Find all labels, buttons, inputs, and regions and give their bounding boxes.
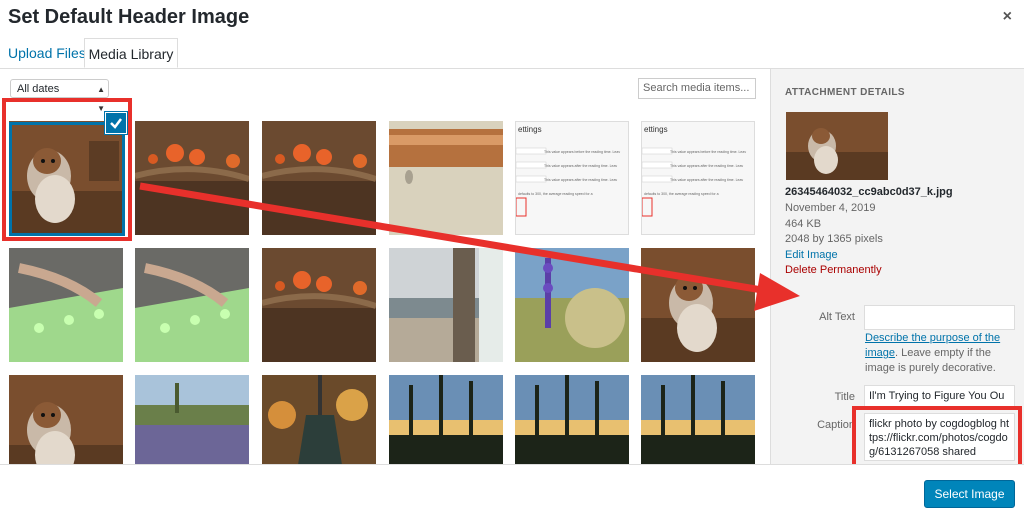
media-item-cactus-lupine[interactable]: [515, 248, 629, 362]
media-item-copper-pipe[interactable]: [389, 121, 503, 235]
media-item-cactus-flowers[interactable]: [262, 121, 376, 235]
annotation-highlight-box: [2, 98, 132, 241]
select-image-button[interactable]: Select Image: [924, 480, 1015, 508]
media-item-cactus-flowers[interactable]: [135, 121, 249, 235]
caption-label: Caption: [817, 419, 855, 431]
media-item-dog[interactable]: [641, 248, 755, 362]
screenshot-line: defaults to 300, the average reading spe…: [518, 192, 593, 196]
media-item-cactus-flowers[interactable]: [262, 248, 376, 362]
date-filter-value: All dates: [17, 83, 60, 95]
attachment-date: November 4, 2019: [785, 202, 876, 214]
screenshot-line: This value appears before the reading ti…: [670, 150, 746, 154]
screenshot-line: This value appears after the reading tim…: [544, 178, 617, 182]
screenshot-heading: ettings: [644, 125, 668, 134]
media-item-beach-post[interactable]: [389, 248, 503, 362]
annotation-highlight-box: [852, 406, 1022, 468]
alt-text-input[interactable]: [864, 305, 1015, 330]
media-item-green-device[interactable]: [135, 248, 249, 362]
media-item-green-device[interactable]: [9, 248, 123, 362]
screenshot-heading: ettings: [518, 125, 542, 134]
media-item-settings-screenshot[interactable]: ettings This value appears before the re…: [515, 121, 629, 235]
edit-image-link[interactable]: Edit Image: [785, 249, 838, 261]
media-item-bell[interactable]: [262, 375, 376, 464]
alt-text-description: Describe the purpose of the image. Leave…: [865, 331, 1015, 376]
media-item-trees-sunset[interactable]: [641, 375, 755, 464]
media-item-settings-screenshot[interactable]: ettings This value appears before the re…: [641, 121, 755, 235]
delete-permanently-link[interactable]: Delete Permanently: [785, 264, 882, 276]
screenshot-line: defaults to 300, the average reading spe…: [644, 192, 719, 196]
search-input[interactable]: Search media items...: [638, 78, 756, 99]
media-item-dog[interactable]: [9, 375, 123, 464]
attachment-details-panel: ATTACHMENT DETAILS 26345464032_cc9abc0d3…: [770, 69, 1024, 464]
attachment-filename: 26345464032_cc9abc0d37_k.jpg: [785, 186, 953, 198]
media-item-trees-sunset[interactable]: [389, 375, 503, 464]
tab-bar: Upload Files Media Library: [0, 38, 1024, 69]
date-filter-select[interactable]: All dates ▲ ▼: [10, 79, 109, 113]
attachment-dimensions: 2048 by 1365 pixels: [785, 233, 883, 245]
attachment-thumbnail: [786, 112, 888, 180]
screenshot-line: This value appears after the reading tim…: [670, 178, 743, 182]
media-item-lupine-field[interactable]: [135, 375, 249, 464]
alt-text-label: Alt Text: [819, 311, 855, 323]
modal-footer: Select Image: [0, 464, 1024, 511]
attachment-filesize: 464 KB: [785, 218, 822, 230]
screenshot-line: This value appears after the reading tim…: [544, 164, 617, 168]
tab-upload-files[interactable]: Upload Files: [8, 38, 86, 68]
attachment-details-heading: ATTACHMENT DETAILS: [785, 87, 905, 98]
tab-media-library[interactable]: Media Library: [84, 38, 178, 68]
screenshot-line: This value appears after the reading tim…: [670, 164, 743, 168]
close-icon[interactable]: ×: [1003, 8, 1012, 26]
screenshot-line: This value appears before the reading ti…: [544, 150, 620, 154]
media-item-trees-sunset[interactable]: [515, 375, 629, 464]
modal-title: Set Default Header Image: [8, 6, 250, 28]
title-label: Title: [834, 391, 855, 403]
title-input[interactable]: Il'm Trying to Figure You Ou: [864, 385, 1015, 407]
